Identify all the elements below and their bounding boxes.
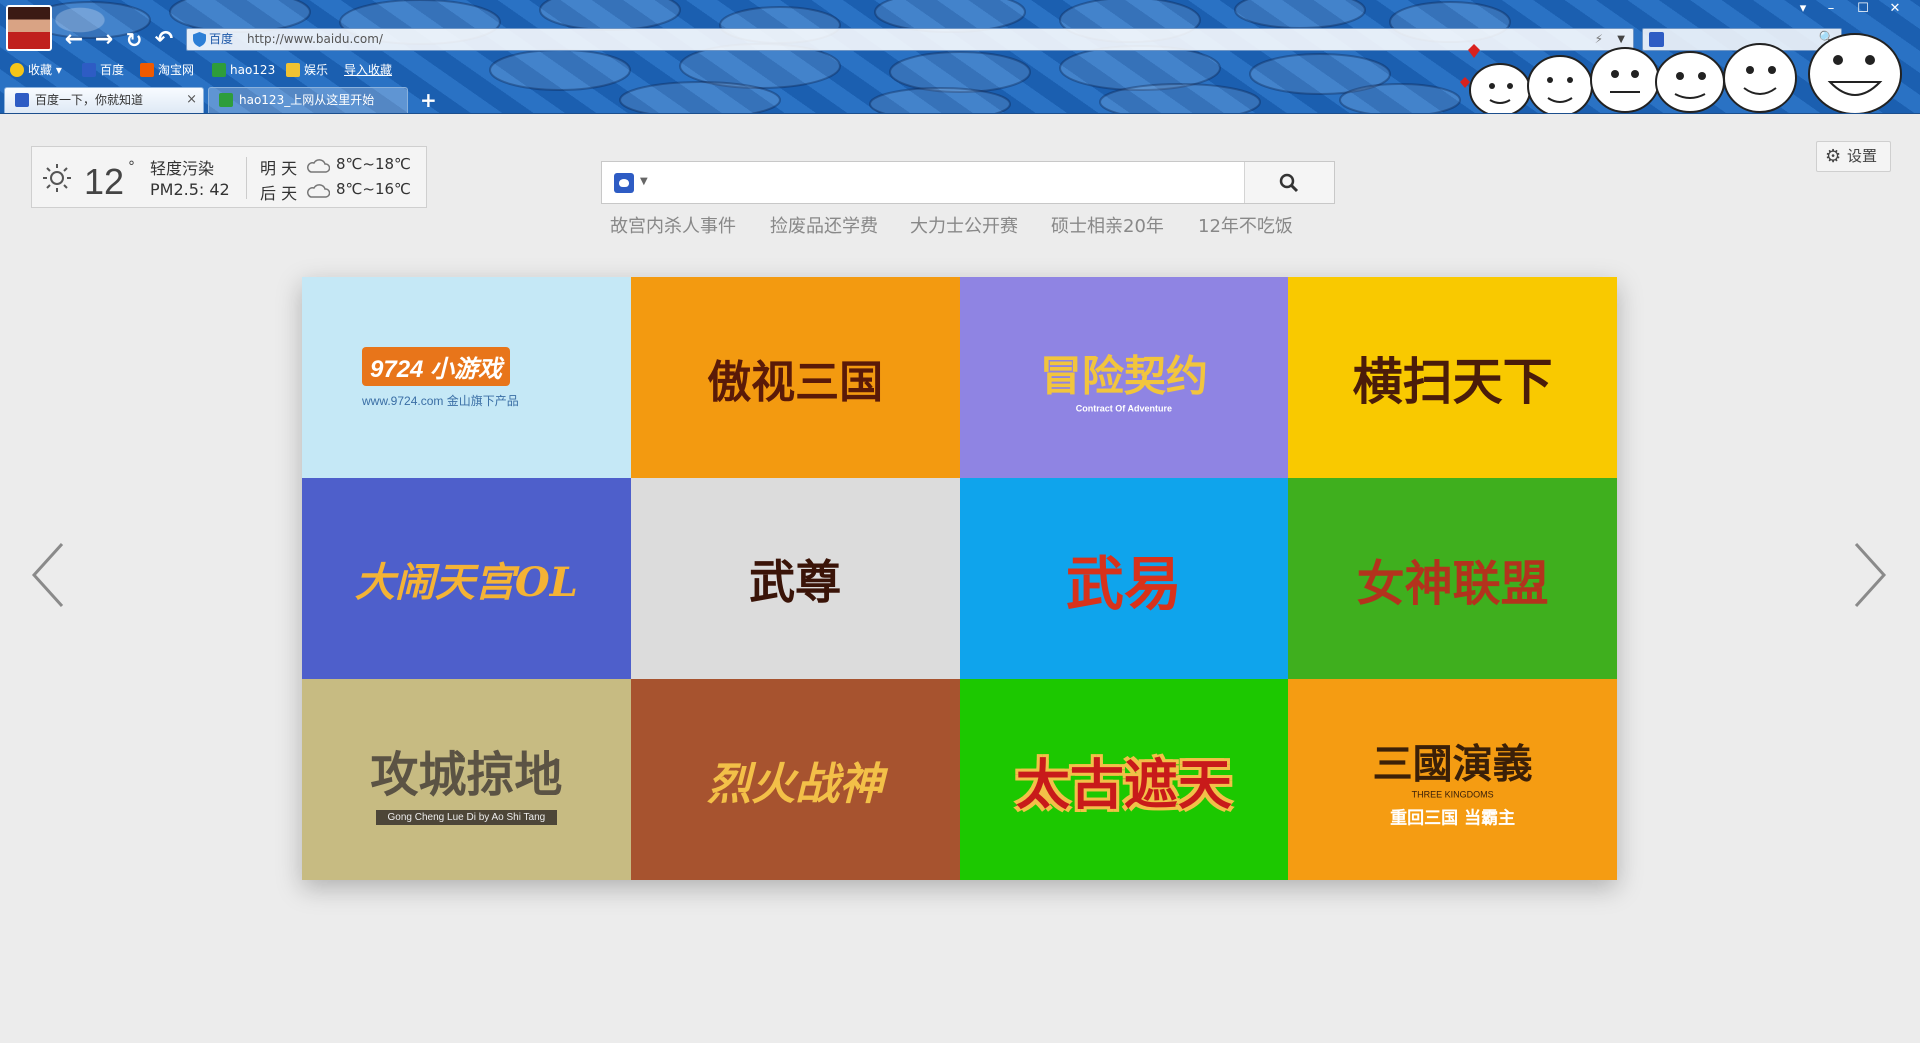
- skin-face-decoration: [1460, 33, 1902, 113]
- game-subtitle: Contract Of Adventure: [1075, 403, 1172, 413]
- browser-chrome: ← → ↻ ↶ 百度 http://www.baidu.com/ ⚡ ▼ 🔍 ▾…: [0, 0, 1920, 114]
- game-subtitle: Gong Cheng Lue Di by Ao Shi Tang: [375, 809, 558, 825]
- bookmark-baidu[interactable]: 百度: [82, 61, 124, 79]
- game-tile[interactable]: 9724 小游戏 www.9724.com 金山旗下产品: [302, 277, 631, 478]
- import-bookmarks-link[interactable]: 导入收藏: [344, 61, 392, 79]
- game-title: 女神联盟: [1356, 555, 1549, 612]
- hot-search-link[interactable]: 硕士相亲20年: [1051, 212, 1164, 238]
- divider: [246, 157, 247, 199]
- search-icon: [1279, 173, 1299, 193]
- bookmark-favorites[interactable]: 收藏 ▾: [10, 61, 62, 79]
- undo-close-icon[interactable]: ↶: [152, 29, 176, 53]
- game-subtitle: THREE KINGDOMS: [1411, 789, 1494, 799]
- settings-label: 设置: [1847, 147, 1878, 165]
- forecast-day2-range: 8℃~16℃: [336, 180, 411, 198]
- game-title: 大闹天宫OL: [354, 558, 578, 606]
- game-tile-grid: 9724 小游戏 www.9724.com 金山旗下产品 傲视三国 冒险契约 C…: [302, 277, 1617, 880]
- game-title: 武易: [1065, 549, 1182, 618]
- game-title: 三國演義: [1372, 740, 1533, 787]
- carousel-prev-arrow[interactable]: [28, 540, 68, 610]
- hot-search-link[interactable]: 捡废品还学费: [770, 212, 878, 238]
- game-tile[interactable]: 冒险契约 Contract Of Adventure: [959, 277, 1289, 478]
- game-title: 9724 小游戏: [362, 346, 511, 386]
- game-tile[interactable]: 横扫天下: [1288, 277, 1617, 478]
- game-tile[interactable]: 太古遮天: [959, 679, 1289, 880]
- game-tile[interactable]: 傲视三国: [630, 277, 960, 478]
- carousel-next-arrow[interactable]: [1850, 540, 1890, 610]
- sun-icon: [43, 164, 71, 192]
- forecast-day1-range: 8℃~18℃: [336, 155, 411, 173]
- maximize-icon[interactable]: ☐: [1852, 0, 1874, 18]
- tab-close-icon[interactable]: ×: [186, 88, 197, 112]
- game-title: 傲视三国: [707, 356, 884, 408]
- current-temperature: 12: [84, 161, 125, 202]
- tab-hao123[interactable]: hao123_上网从这里开始: [208, 87, 408, 113]
- new-tab-button[interactable]: +: [420, 90, 437, 110]
- hot-search-link[interactable]: 故宫内杀人事件: [610, 212, 736, 238]
- pm25-value: PM2.5: 42: [150, 180, 230, 199]
- settings-button[interactable]: ⚙ 设置: [1816, 141, 1891, 172]
- game-title: 烈火战神: [707, 758, 884, 810]
- hao123-icon: [219, 93, 233, 107]
- game-tile[interactable]: 武尊: [630, 478, 960, 679]
- search-bar: ▼: [601, 161, 1335, 204]
- hao123-icon: [212, 63, 226, 77]
- game-title: 武尊: [749, 554, 842, 609]
- user-avatar[interactable]: [6, 5, 52, 51]
- game-tile[interactable]: 烈火战神: [630, 679, 960, 880]
- bookmark-hao123[interactable]: hao123: [212, 61, 275, 79]
- forecast-day2-label: 后 天: [260, 184, 298, 203]
- refresh-icon[interactable]: ↻: [122, 29, 146, 53]
- back-icon[interactable]: ←: [62, 29, 86, 53]
- cloud-icon: [307, 184, 330, 198]
- search-button[interactable]: [1244, 162, 1334, 203]
- game-tile[interactable]: 女神联盟: [1288, 478, 1617, 679]
- chevron-down-icon[interactable]: ▼: [640, 176, 648, 187]
- game-title: 冒险契约: [1039, 351, 1208, 400]
- site-label: 百度: [209, 32, 234, 46]
- tab-baidu[interactable]: 百度一下，你就知道 ×: [4, 87, 204, 113]
- bookmarks-bar: 收藏 ▾ 百度 淘宝网 hao123 娱乐 导入收藏: [0, 58, 1400, 82]
- taobao-icon: [140, 63, 154, 77]
- folder-icon: [286, 63, 300, 77]
- game-tagline: 重回三国 当霸主: [1390, 808, 1516, 828]
- weather-widget[interactable]: 12 ° 轻度污染 PM2.5: 42 明 天 8℃~18℃ 后 天 8℃~16…: [31, 146, 427, 208]
- game-tile[interactable]: 武易: [959, 478, 1289, 679]
- bookmark-folder-entertainment[interactable]: 娱乐: [286, 61, 328, 79]
- minimize-icon[interactable]: –: [1820, 0, 1842, 18]
- game-title: 横扫天下: [1352, 351, 1553, 411]
- star-icon: [10, 63, 24, 77]
- close-icon[interactable]: ✕: [1884, 0, 1906, 18]
- baidu-paw-icon[interactable]: [614, 173, 634, 193]
- bookmark-taobao[interactable]: 淘宝网: [140, 61, 194, 79]
- cloud-icon: [307, 159, 330, 173]
- baidu-icon: [15, 93, 29, 107]
- game-title: 太古遮天: [1015, 752, 1232, 816]
- hot-search-link[interactable]: 大力士公开赛: [910, 212, 1018, 238]
- forecast-day1-label: 明 天: [260, 159, 298, 178]
- game-tile[interactable]: 三國演義 THREE KINGDOMS 重回三国 当霸主: [1288, 679, 1617, 880]
- hot-search-link[interactable]: 12年不吃饭: [1198, 212, 1293, 238]
- search-input[interactable]: [658, 167, 1258, 198]
- address-bar[interactable]: 百度 http://www.baidu.com/ ⚡ ▼: [186, 28, 1634, 51]
- game-tile[interactable]: 大闹天宫OL: [302, 478, 631, 679]
- url-text[interactable]: http://www.baidu.com/: [247, 29, 383, 50]
- gear-icon: ⚙: [1825, 146, 1842, 167]
- pollution-level: 轻度污染: [150, 159, 215, 178]
- game-subtitle: www.9724.com 金山旗下产品: [362, 393, 519, 408]
- skin-icon[interactable]: ▾: [1792, 0, 1814, 18]
- shield-icon: [193, 32, 206, 47]
- game-tile[interactable]: 攻城掠地 Gong Cheng Lue Di by Ao Shi Tang: [302, 679, 631, 880]
- forward-icon[interactable]: →: [92, 29, 116, 53]
- degree-symbol: °: [128, 159, 135, 175]
- baidu-icon: [82, 63, 96, 77]
- game-title: 攻城掠地: [370, 746, 563, 803]
